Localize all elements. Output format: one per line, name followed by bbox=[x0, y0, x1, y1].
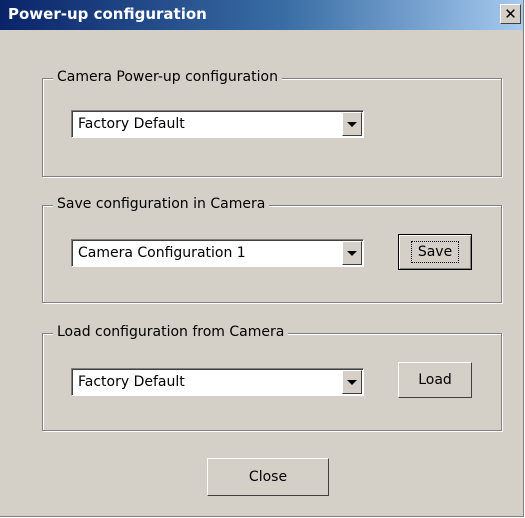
close-icon: ✕ bbox=[504, 4, 517, 23]
close-button[interactable]: Close bbox=[207, 458, 329, 496]
window-title: Power-up configuration bbox=[8, 5, 207, 23]
powerup-configuration-dropdown[interactable]: Factory Default bbox=[71, 110, 364, 138]
save-configuration-value: Camera Configuration 1 bbox=[78, 245, 246, 261]
chevron-down-icon bbox=[347, 121, 357, 127]
save-button[interactable]: Save bbox=[398, 234, 472, 270]
load-configuration-group: Load configuration from Camera Factory D… bbox=[42, 324, 502, 431]
powerup-dropdown-button[interactable] bbox=[342, 112, 362, 136]
load-configuration-group-label: Load configuration from Camera bbox=[53, 324, 289, 340]
save-configuration-dropdown[interactable]: Camera Configuration 1 bbox=[71, 239, 364, 267]
title-bar: Power-up configuration ✕ bbox=[0, 0, 523, 30]
load-configuration-value: Factory Default bbox=[78, 374, 185, 390]
load-dropdown-button[interactable] bbox=[342, 370, 362, 394]
close-window-button[interactable]: ✕ bbox=[500, 4, 521, 24]
chevron-down-icon bbox=[347, 379, 357, 385]
load-button[interactable]: Load bbox=[398, 362, 472, 398]
camera-powerup-group: Camera Power-up configuration Factory De… bbox=[42, 69, 502, 177]
close-button-label: Close bbox=[248, 469, 288, 485]
save-button-label: Save bbox=[410, 241, 460, 263]
save-configuration-group: Save configuration in Camera Camera Conf… bbox=[42, 196, 502, 303]
save-dropdown-button[interactable] bbox=[342, 241, 362, 265]
chevron-down-icon bbox=[347, 250, 357, 256]
powerup-configuration-value: Factory Default bbox=[78, 116, 185, 132]
load-configuration-dropdown[interactable]: Factory Default bbox=[71, 368, 364, 396]
camera-powerup-group-label: Camera Power-up configuration bbox=[53, 69, 282, 85]
load-button-label: Load bbox=[418, 372, 452, 388]
save-configuration-group-label: Save configuration in Camera bbox=[53, 196, 270, 212]
power-up-configuration-dialog: Power-up configuration ✕ Camera Power-up… bbox=[0, 0, 524, 517]
